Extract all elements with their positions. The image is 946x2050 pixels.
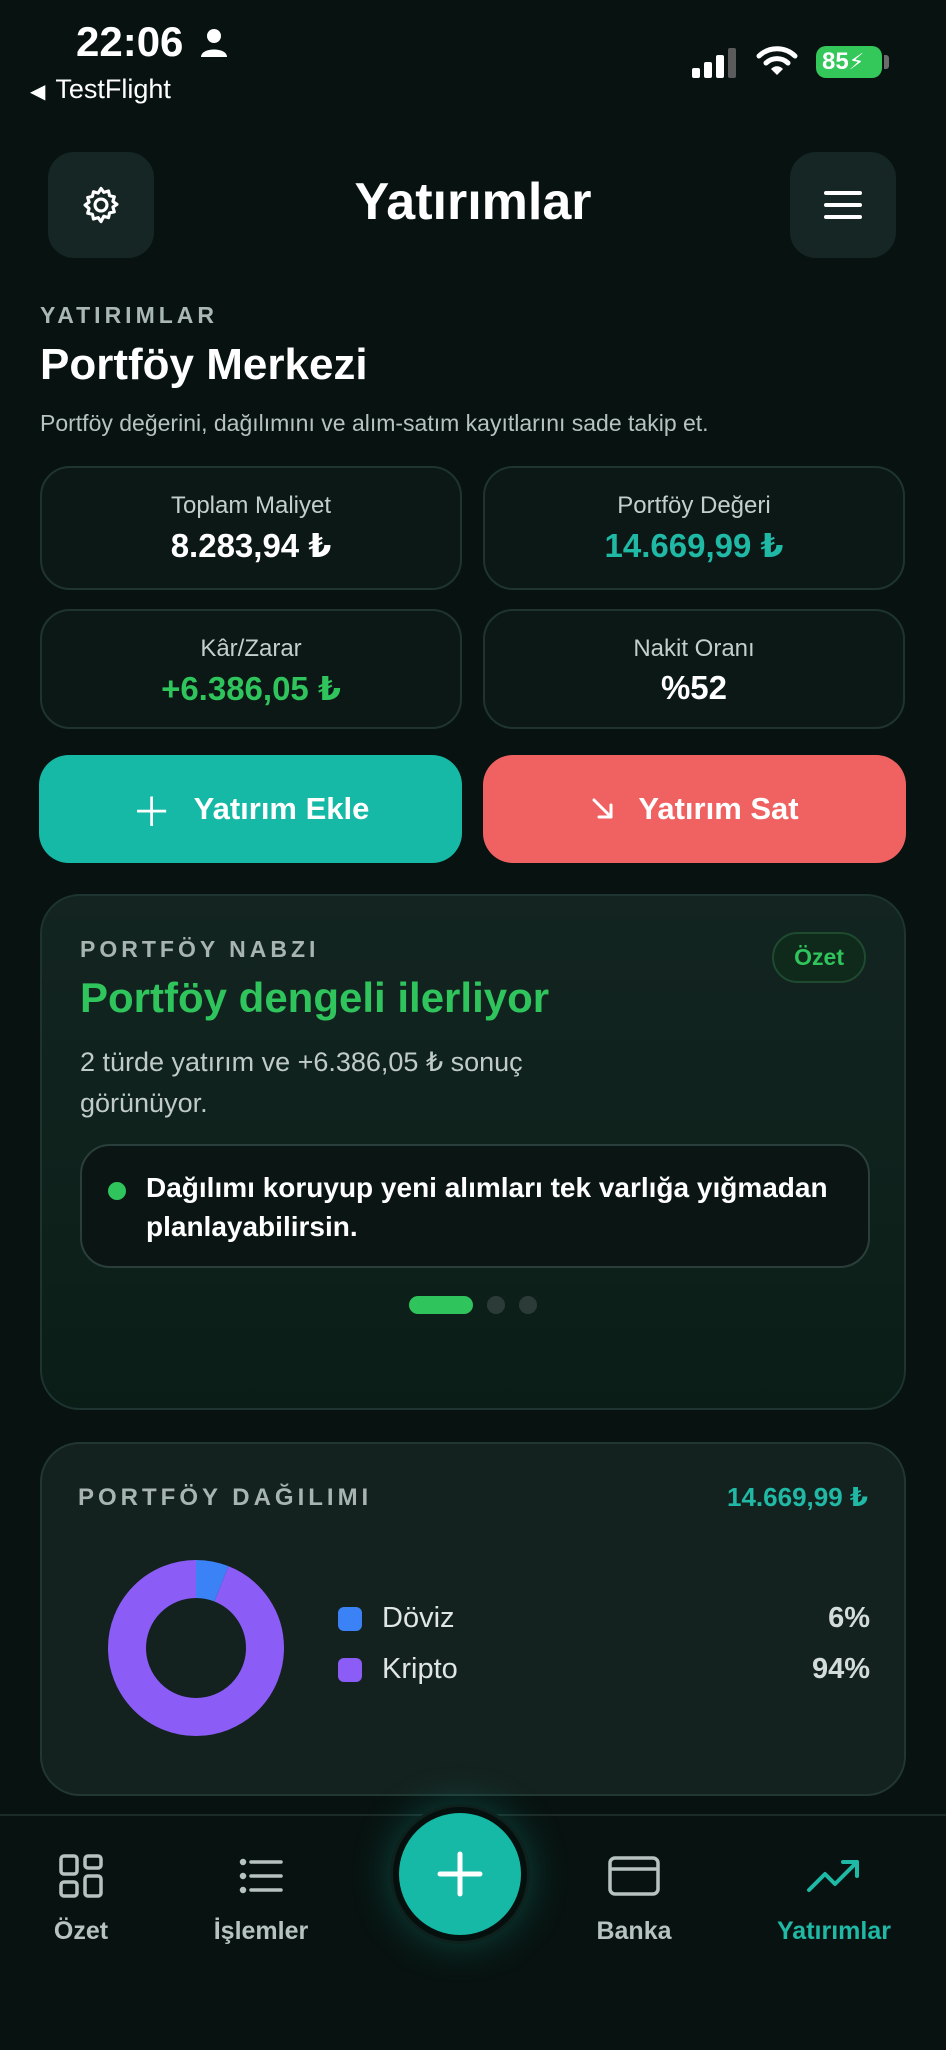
stat-label: Nakit Oranı (633, 635, 755, 662)
pulse-kicker: PORTFÖY NABZI (80, 936, 320, 962)
sell-investment-label: Yatırım Sat (638, 791, 799, 826)
nav-label: Banka (596, 1917, 672, 1945)
plus-icon (437, 1851, 483, 1897)
back-to-testflight[interactable]: ◀ TestFlight (30, 74, 171, 105)
distribution-kicker: PORTFÖY DAĞILIMI (78, 1484, 373, 1511)
pagination-dot-3[interactable] (519, 1296, 537, 1314)
section-heading: Portföy Merkezi (40, 340, 368, 389)
pulse-tip: Dağılımı koruyup yeni alımları tek varlı… (80, 1144, 870, 1268)
pagination-dot-2[interactable] (487, 1296, 505, 1314)
person-icon (201, 29, 227, 57)
section-description: Portföy değerini, dağılımını ve alım-sat… (40, 410, 709, 436)
nav-label: Özet (53, 1917, 109, 1945)
cellular-signal-icon (692, 48, 736, 78)
card-icon (608, 1856, 660, 1896)
battery-indicator: 85 ⚡ (816, 46, 882, 78)
stat-label: Toplam Maliyet (170, 492, 332, 519)
stat-label: Kâr/Zarar (200, 635, 302, 662)
nav-item-banka[interactable]: Banka (559, 1852, 709, 1946)
trend-up-icon (807, 1860, 859, 1892)
menu-button[interactable] (790, 152, 896, 258)
legend-swatch (338, 1657, 362, 1682)
legend-item-kripto: Kripto 94% (338, 1653, 870, 1686)
stat-value: 14.669,99 ₺ (604, 527, 784, 564)
pulse-title: Portföy dengeli ilerliyor (80, 974, 550, 1021)
legend-percent: 6% (828, 1602, 870, 1634)
stat-label: Portföy Değeri (617, 492, 771, 519)
portfolio-pulse-card[interactable]: PORTFÖY NABZI Özet Portföy dengeli ilerl… (40, 894, 906, 1410)
tip-text: Dağılımı koruyup yeni alımları tek varlı… (146, 1172, 828, 1242)
nav-item-ozet[interactable]: Özet (6, 1852, 156, 1946)
nav-item-yatirimlar[interactable]: Yatırımlar (759, 1852, 909, 1946)
pulse-description: 2 türde yatırım ve +6.386,05 ₺ sonuç gör… (80, 1047, 523, 1118)
battery-level: 85 (822, 48, 849, 75)
legend-label: Döviz (382, 1602, 455, 1634)
sell-investment-button[interactable]: Yatırım Sat (483, 755, 906, 863)
distribution-donut-chart (108, 1560, 284, 1736)
plus-icon: ＋ (131, 791, 172, 835)
legend-item-doviz: Döviz 6% (338, 1602, 870, 1635)
legend-label: Kripto (382, 1653, 458, 1685)
stat-cash-ratio: Nakit Oranı %52 (483, 609, 905, 729)
add-investment-label: Yatırım Ekle (193, 791, 370, 826)
carousel-pagination (42, 1296, 904, 1314)
stat-value: 8.283,94 ₺ (170, 527, 332, 564)
distribution-total: 14.669,99 ₺ (727, 1482, 868, 1512)
stat-total-cost: Toplam Maliyet 8.283,94 ₺ (40, 466, 462, 590)
legend-percent: 94% (811, 1653, 870, 1685)
donut-segment-kripto (108, 1560, 284, 1736)
status-time: 22:06 (76, 18, 184, 65)
pagination-dot-1[interactable] (409, 1296, 473, 1314)
portfolio-distribution-card: PORTFÖY DAĞILIMI 14.669,99 ₺ Döviz 6% Kr… (40, 1442, 906, 1796)
wifi-icon (756, 46, 798, 75)
charging-bolt-icon: ⚡ (848, 49, 865, 74)
back-label: TestFlight (55, 74, 171, 104)
nav-label: Yatırımlar (777, 1917, 891, 1945)
section-kicker: YATIRIMLAR (40, 302, 218, 328)
grid-icon (59, 1854, 103, 1898)
stat-value: +6.386,05 ₺ (161, 670, 341, 707)
hamburger-menu-icon (824, 191, 862, 219)
back-arrow-icon: ◀ (30, 81, 46, 103)
battery-cap (884, 55, 889, 69)
stat-portfolio-value: Portföy Değeri 14.669,99 ₺ (483, 466, 905, 590)
add-investment-button[interactable]: ＋ Yatırım Ekle (39, 755, 462, 863)
summary-badge: Özet (772, 932, 866, 983)
list-icon (239, 1858, 283, 1894)
tip-dot-icon (108, 1182, 126, 1200)
arrow-down-right-icon (592, 798, 613, 819)
stat-profit-loss: Kâr/Zarar +6.386,05 ₺ (40, 609, 462, 729)
nav-label: İşlemler (213, 1917, 309, 1945)
legend-swatch (338, 1606, 362, 1631)
nav-item-islemler[interactable]: İşlemler (186, 1852, 336, 1946)
add-fab-button[interactable] (393, 1807, 527, 1941)
stat-value: %52 (660, 669, 728, 706)
